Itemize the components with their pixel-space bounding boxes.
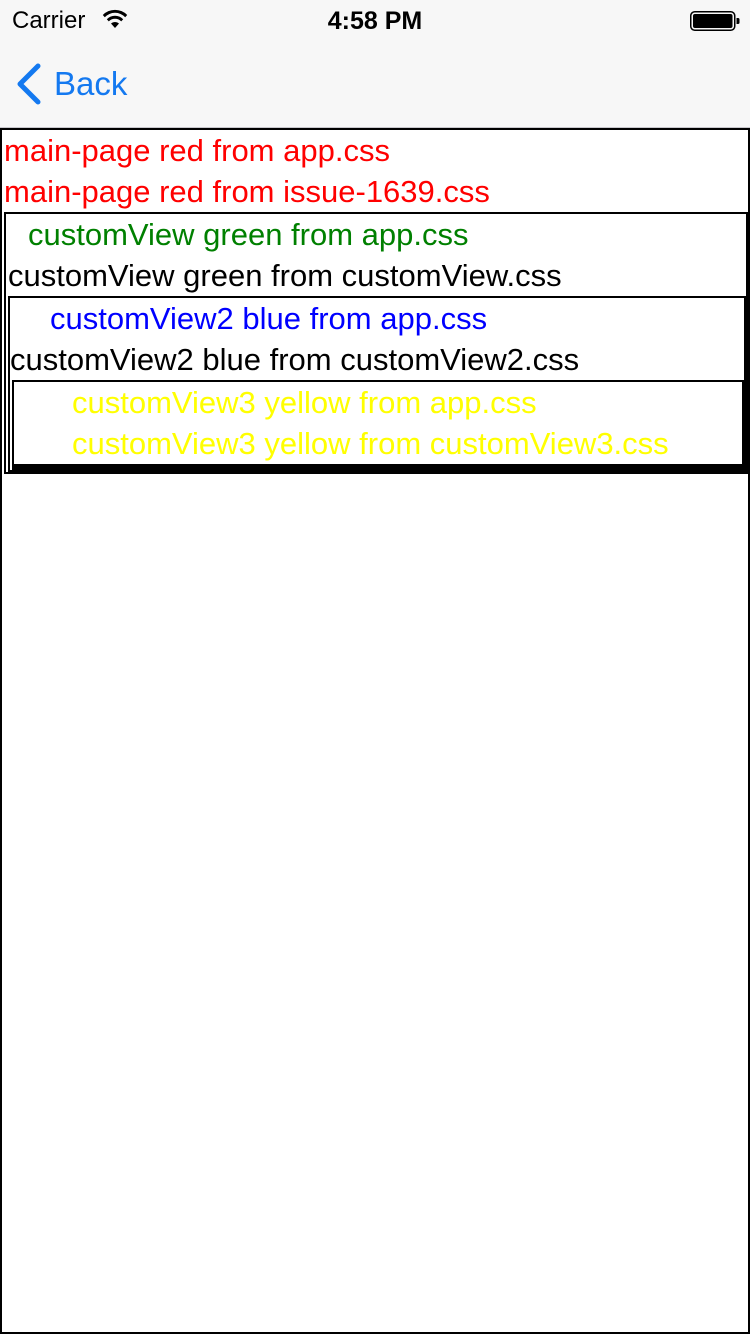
- custom-view: customView green from app.css customView…: [4, 212, 748, 474]
- navigation-bar: Back: [0, 40, 750, 128]
- back-label: Back: [54, 65, 128, 102]
- chevron-left-icon: [17, 63, 41, 105]
- custom-view2-label-own: customView2 blue from customView2.css: [10, 342, 580, 377]
- back-button[interactable]: Back: [14, 62, 127, 106]
- custom-view3-label-app: customView3 yellow from app.css: [72, 385, 537, 420]
- status-bar: Carrier 4:58 PM: [0, 0, 750, 40]
- battery-full-icon: [690, 11, 740, 31]
- main-page-section: main-page red from app.css main-page red…: [2, 130, 748, 474]
- main-page-label-app: main-page red from app.css: [4, 133, 390, 168]
- custom-view2: customView2 blue from app.css customView…: [8, 296, 746, 472]
- custom-view3-label-own: customView3 yellow from customView3.css: [72, 426, 669, 461]
- custom-view3: customView3 yellow from app.css customVi…: [12, 380, 744, 470]
- clock: 4:58 PM: [327, 7, 423, 35]
- custom-view2-label-app: customView2 blue from app.css: [50, 301, 488, 336]
- page-content: main-page red from app.css main-page red…: [0, 128, 750, 1334]
- custom-view-label-app: customView green from app.css: [28, 217, 469, 252]
- custom-view-label-own: customView green from customView.css: [8, 258, 562, 293]
- main-page-label-issue: main-page red from issue-1639.css: [4, 174, 490, 209]
